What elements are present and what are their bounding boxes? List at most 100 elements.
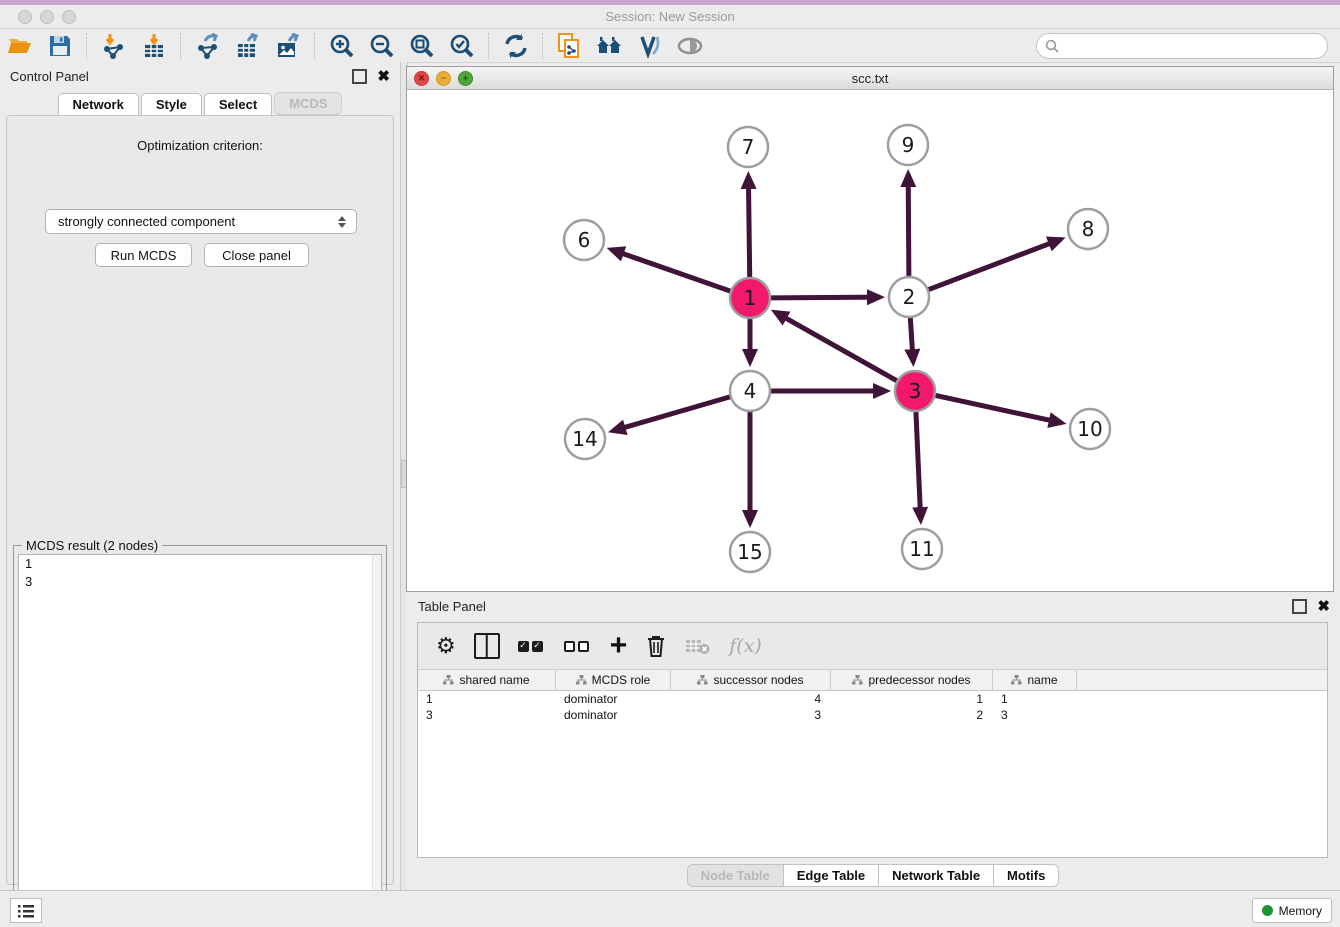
home-network-icon[interactable] bbox=[593, 32, 627, 60]
graph-node-1[interactable]: 1 bbox=[730, 278, 770, 318]
memory-status-icon bbox=[1262, 905, 1273, 916]
column-header-name[interactable]: name bbox=[993, 670, 1077, 690]
tab-motifs[interactable]: Motifs bbox=[994, 864, 1059, 887]
edge-1-6[interactable] bbox=[611, 250, 730, 292]
tab-network-table[interactable]: Network Table bbox=[879, 864, 994, 887]
column-label: shared name bbox=[459, 673, 529, 687]
table-cell[interactable]: 2 bbox=[831, 708, 993, 722]
svg-text:2: 2 bbox=[903, 285, 916, 309]
deselect-all-columns-icon[interactable] bbox=[564, 641, 592, 652]
graph-node-15[interactable]: 15 bbox=[730, 532, 770, 572]
table-cell[interactable]: 3 bbox=[671, 708, 831, 722]
svg-text:11: 11 bbox=[909, 537, 934, 561]
table-cell[interactable]: 1 bbox=[993, 692, 1077, 706]
tab-style[interactable]: Style bbox=[141, 93, 202, 115]
toggle-styles-icon[interactable] bbox=[633, 32, 667, 60]
tab-edge-table[interactable]: Edge Table bbox=[784, 864, 879, 887]
delete-column-icon[interactable] bbox=[645, 634, 667, 658]
open-folder-icon[interactable] bbox=[3, 32, 37, 60]
graph-node-8[interactable]: 8 bbox=[1068, 209, 1108, 249]
memory-label: Memory bbox=[1279, 904, 1322, 918]
memory-button[interactable]: Memory bbox=[1252, 898, 1332, 923]
save-icon[interactable] bbox=[43, 32, 77, 60]
select-all-columns-icon[interactable] bbox=[518, 641, 546, 652]
float-panel-icon[interactable] bbox=[1292, 599, 1307, 614]
export-image-icon[interactable] bbox=[271, 32, 305, 60]
graph-node-9[interactable]: 9 bbox=[888, 125, 928, 165]
edge-1-2[interactable] bbox=[771, 297, 880, 298]
float-panel-icon[interactable] bbox=[352, 69, 367, 84]
table-cell[interactable]: 3 bbox=[418, 708, 556, 722]
zoom-in-icon[interactable] bbox=[325, 32, 359, 60]
zoom-fit-icon[interactable] bbox=[405, 32, 439, 60]
list-icon bbox=[17, 903, 35, 919]
column-header-shared-name[interactable]: shared name bbox=[418, 670, 556, 690]
table-settings-gear-icon[interactable]: ⚙ bbox=[436, 635, 456, 657]
table-tabs: Node TableEdge TableNetwork TableMotifs bbox=[406, 864, 1340, 887]
column-header-predecessor-nodes[interactable]: predecessor nodes bbox=[831, 670, 993, 690]
mcds-result-title: MCDS result (2 nodes) bbox=[22, 538, 162, 553]
refresh-layout-icon[interactable] bbox=[499, 32, 533, 60]
edge-4-14[interactable] bbox=[613, 397, 730, 431]
copy-style-icon[interactable] bbox=[553, 32, 587, 60]
toolbar-separator bbox=[86, 33, 88, 59]
close-panel-button[interactable]: Close panel bbox=[204, 243, 309, 267]
search-icon bbox=[1045, 39, 1059, 53]
table-row[interactable]: 1dominator411 bbox=[418, 691, 1327, 707]
tab-network[interactable]: Network bbox=[58, 93, 139, 115]
import-network-icon[interactable] bbox=[97, 32, 131, 60]
edge-2-8[interactable] bbox=[929, 239, 1061, 289]
close-panel-icon[interactable]: ✖ bbox=[377, 71, 390, 82]
table-cell[interactable]: 1 bbox=[831, 692, 993, 706]
graph-node-7[interactable]: 7 bbox=[728, 127, 768, 167]
close-panel-icon[interactable]: ✖ bbox=[1317, 601, 1330, 612]
graph-node-14[interactable]: 14 bbox=[565, 419, 605, 459]
table-cell[interactable]: 1 bbox=[418, 692, 556, 706]
search-field[interactable] bbox=[1036, 33, 1328, 59]
edge-3-1[interactable] bbox=[775, 312, 896, 380]
export-table-icon[interactable] bbox=[231, 32, 265, 60]
optimization-dropdown[interactable]: strongly connected component bbox=[45, 209, 357, 234]
tab-node-table[interactable]: Node Table bbox=[687, 864, 784, 887]
network-window-title: scc.txt bbox=[407, 71, 1333, 86]
graph-node-6[interactable]: 6 bbox=[564, 220, 604, 260]
table-cell[interactable]: dominator bbox=[556, 708, 671, 722]
graph-node-2[interactable]: 2 bbox=[889, 277, 929, 317]
network-graph[interactable]: 7 9 6 8 1 2 4 3 14 10 15 11 bbox=[407, 89, 1333, 591]
edge-2-9[interactable] bbox=[908, 174, 909, 276]
graph-node-11[interactable]: 11 bbox=[902, 529, 942, 569]
edge-1-7[interactable] bbox=[748, 176, 749, 277]
edge-3-11[interactable] bbox=[916, 412, 921, 520]
import-table-icon[interactable] bbox=[137, 32, 171, 60]
table-cell[interactable]: 4 bbox=[671, 692, 831, 706]
edge-3-10[interactable] bbox=[936, 395, 1062, 422]
mcds-result-textarea[interactable]: 13 bbox=[18, 554, 382, 920]
zoom-selected-icon[interactable] bbox=[445, 32, 479, 60]
graph-node-4[interactable]: 4 bbox=[730, 371, 770, 411]
add-column-icon[interactable]: + bbox=[610, 634, 628, 658]
graph-node-10[interactable]: 10 bbox=[1070, 409, 1110, 449]
table-row[interactable]: 3dominator323 bbox=[418, 707, 1327, 723]
table-cell[interactable]: dominator bbox=[556, 692, 671, 706]
column-header-successor-nodes[interactable]: successor nodes bbox=[671, 670, 831, 690]
task-history-button[interactable] bbox=[10, 898, 42, 923]
run-mcds-button[interactable]: Run MCDS bbox=[95, 243, 192, 267]
tab-select[interactable]: Select bbox=[204, 93, 272, 115]
search-input[interactable] bbox=[1059, 39, 1327, 54]
toolbar-separator bbox=[180, 33, 182, 59]
column-header-MCDS-role[interactable]: MCDS role bbox=[556, 670, 671, 690]
show-columns-icon[interactable] bbox=[474, 633, 500, 659]
column-label: predecessor nodes bbox=[868, 673, 970, 687]
toolbar-separator bbox=[542, 33, 544, 59]
table-toolbar: ⚙ + f(x) bbox=[418, 623, 1327, 670]
eye-icon[interactable] bbox=[673, 32, 707, 60]
table-cell[interactable]: 3 bbox=[993, 708, 1077, 722]
zoom-out-icon[interactable] bbox=[365, 32, 399, 60]
tab-mcds[interactable]: MCDS bbox=[274, 92, 342, 115]
edge-2-3[interactable] bbox=[910, 318, 913, 362]
network-canvas[interactable]: 7 9 6 8 1 2 4 3 14 10 15 11 bbox=[407, 89, 1333, 591]
graph-node-3[interactable]: 3 bbox=[895, 371, 935, 411]
column-tree-icon bbox=[697, 675, 708, 685]
export-network-icon[interactable] bbox=[191, 32, 225, 60]
result-scrollbar[interactable] bbox=[372, 555, 381, 919]
